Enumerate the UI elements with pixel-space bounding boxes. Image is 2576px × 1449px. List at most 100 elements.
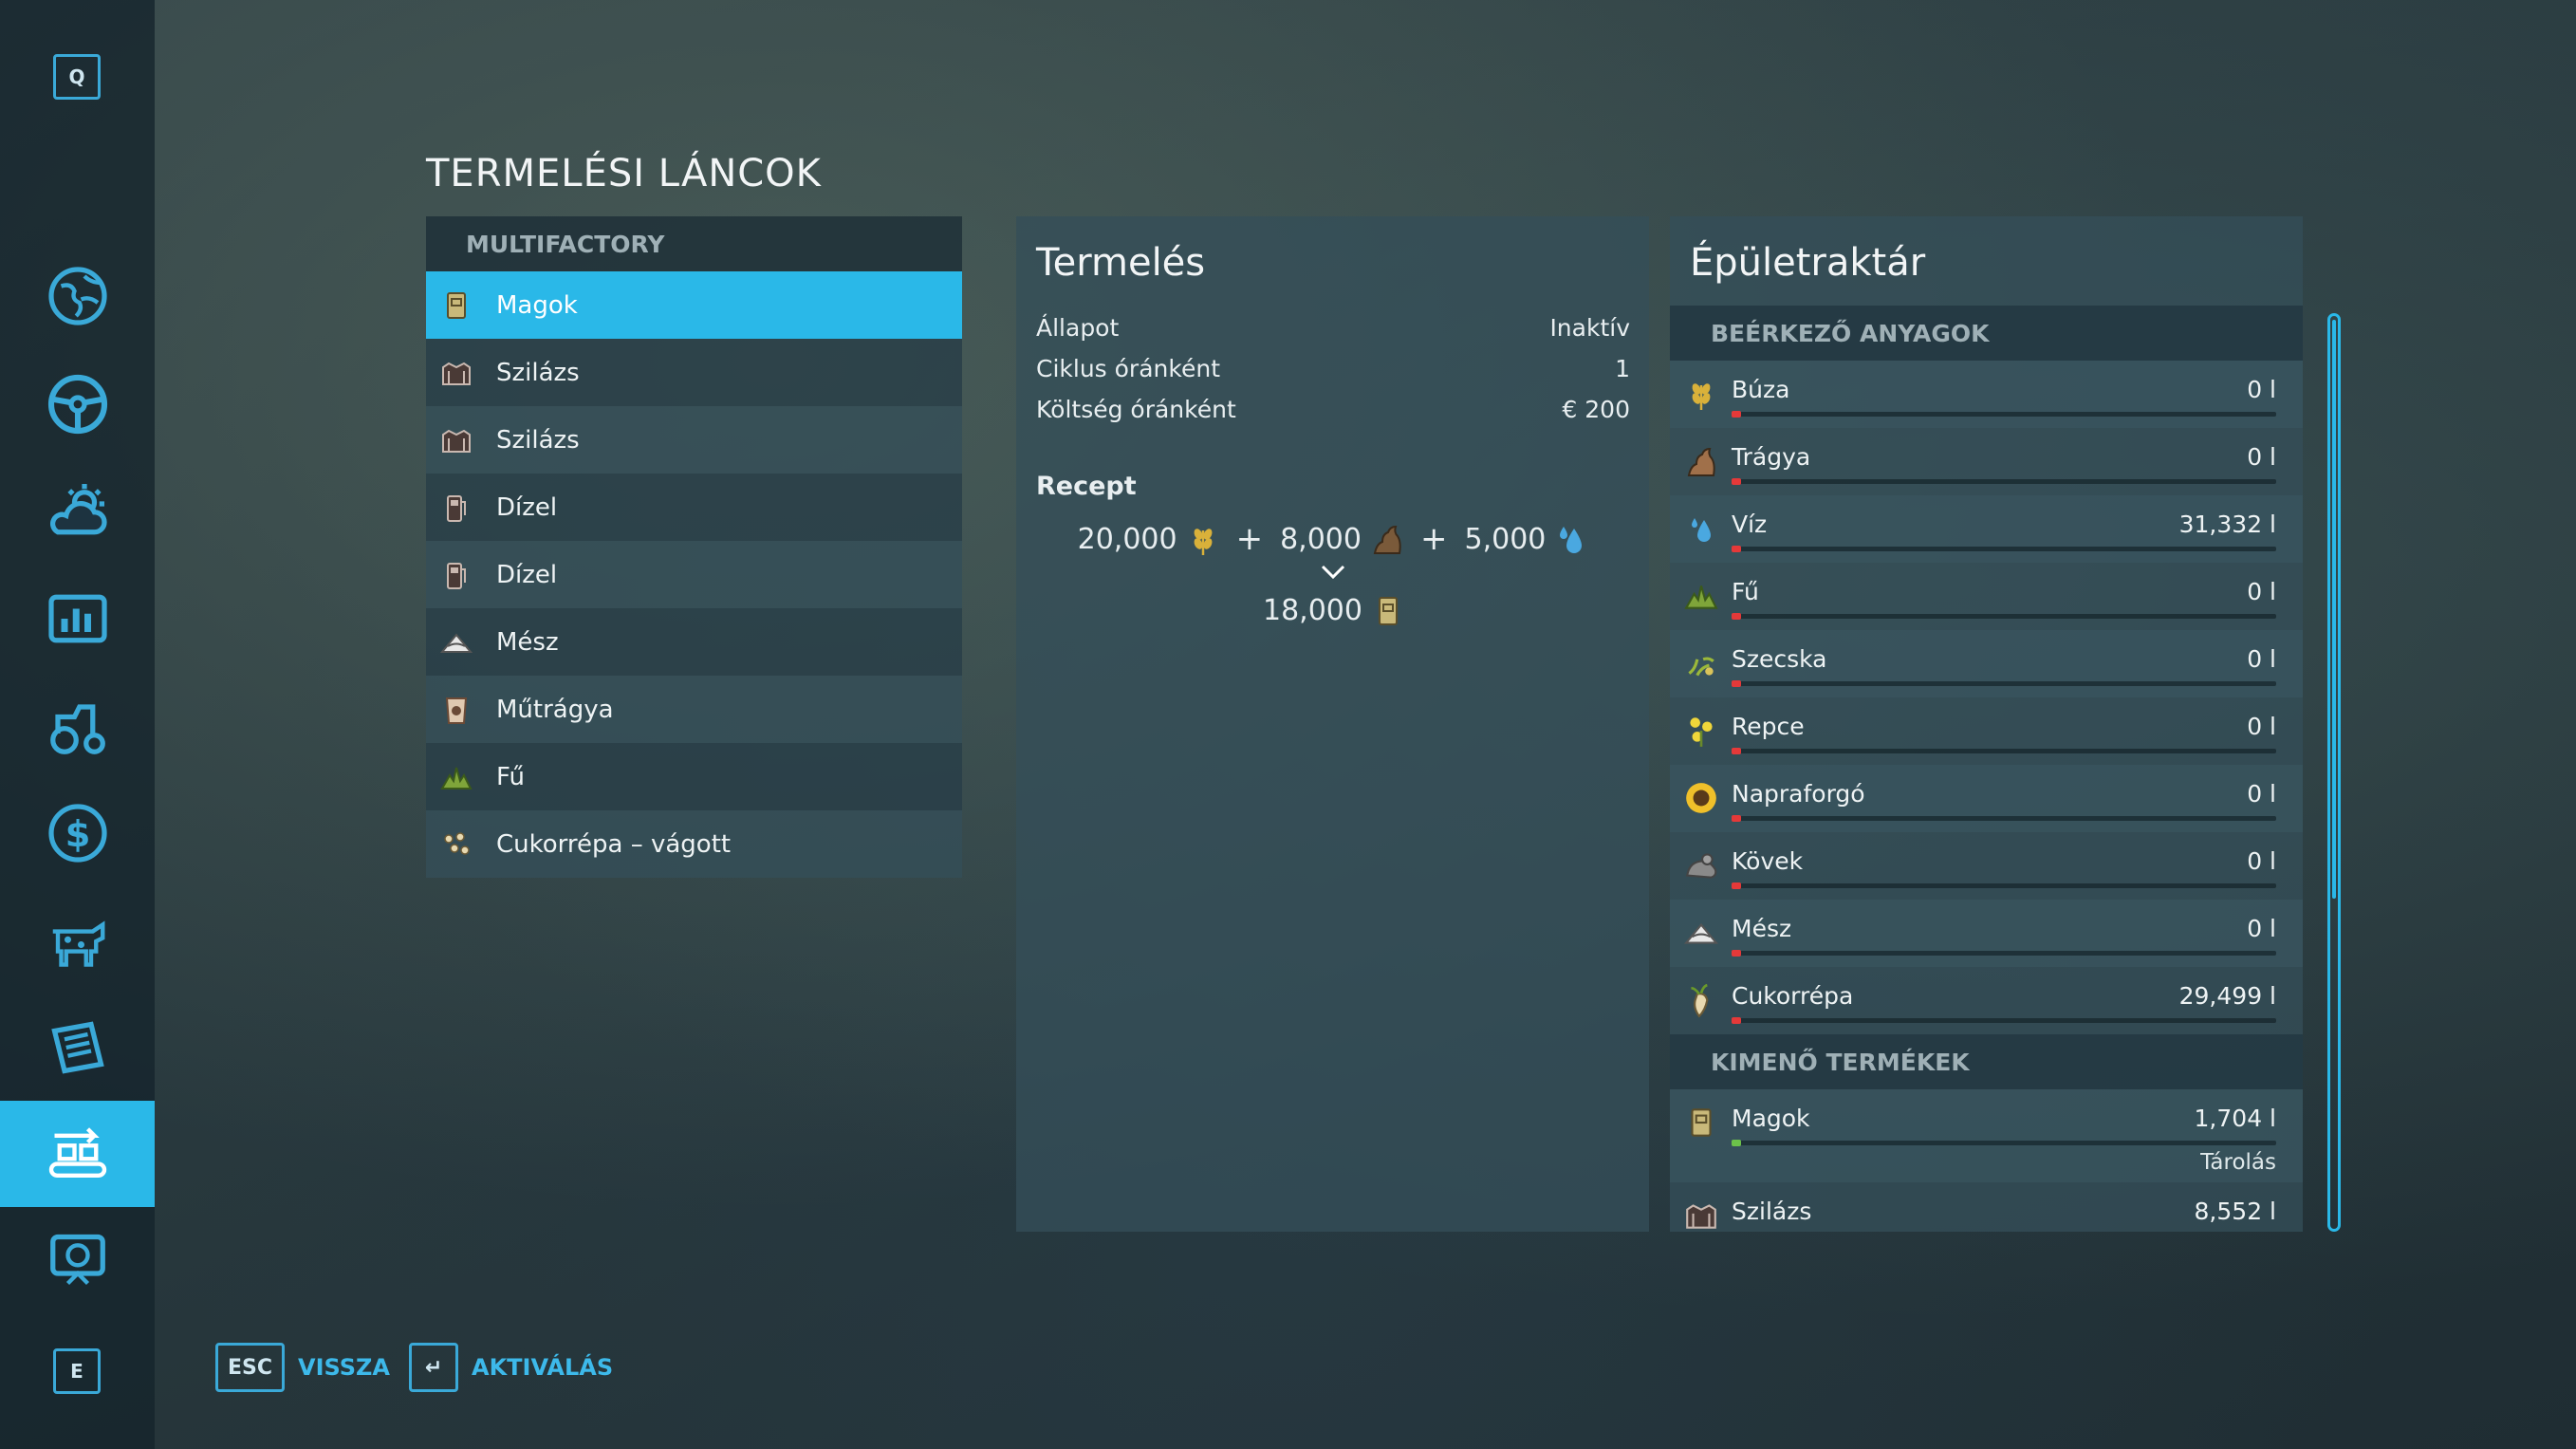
recipe-output-amount: 18,000 bbox=[1263, 594, 1362, 627]
chain-item-dizel-1[interactable]: Dízel bbox=[426, 474, 962, 541]
chain-item-magok[interactable]: Magok bbox=[426, 271, 962, 339]
output-mode-toggle[interactable]: Tárolás bbox=[2200, 1150, 2276, 1175]
storage-item-name: Napraforgó bbox=[1732, 780, 1865, 808]
sidebar-item-animals[interactable] bbox=[0, 888, 155, 994]
storage-title: Épületraktár bbox=[1690, 241, 1926, 285]
recipe-title: Recept bbox=[1036, 472, 1137, 501]
chain-item-fu[interactable]: Fű bbox=[426, 743, 962, 810]
recipe-input-amount: 8,000 bbox=[1280, 522, 1362, 556]
chain-item-label: Fű bbox=[496, 762, 526, 791]
canola-icon bbox=[1690, 717, 1713, 747]
silage-icon bbox=[442, 429, 471, 453]
chain-item-dizel-2[interactable]: Dízel bbox=[426, 541, 962, 608]
activate-label: AKTIVÁLÁS bbox=[472, 1354, 614, 1381]
chain-item-label: Szilázs bbox=[496, 425, 580, 455]
storage-fill-bar bbox=[1732, 815, 2276, 822]
chain-item-label: Szilázs bbox=[496, 358, 580, 387]
recipe-arrow bbox=[1016, 562, 1649, 586]
storage-fill-bar bbox=[1732, 882, 2276, 889]
storage-item-amount: 31,332 l bbox=[2178, 511, 2276, 538]
storage-row: Szilázs 8,552 l bbox=[1670, 1182, 2303, 1232]
storage-item-name: Kövek bbox=[1732, 847, 1804, 875]
sidebar-nav: Q $ E bbox=[0, 0, 155, 1449]
fertilizer-icon bbox=[445, 697, 468, 724]
storage-fill-bar bbox=[1732, 411, 2276, 418]
production-panel: Termelés Állapot Inaktív Ciklus óránként… bbox=[1016, 216, 1649, 1232]
prev-tab-key-hint[interactable]: Q bbox=[53, 54, 101, 100]
chain-item-szilazs-2[interactable]: Szilázs bbox=[426, 406, 962, 474]
globe-map-icon bbox=[47, 267, 107, 325]
storage-item-amount: 0 l bbox=[2247, 713, 2276, 740]
chain-item-label: Műtrágya bbox=[496, 695, 614, 724]
sidebar-item-statistics[interactable] bbox=[0, 566, 155, 672]
storage-row: Mész 0 l bbox=[1670, 900, 2303, 967]
sidebar-item-contracts[interactable] bbox=[0, 994, 155, 1101]
storage-row: Repce 0 l bbox=[1670, 697, 2303, 765]
stat-label: Állapot bbox=[1036, 314, 1120, 342]
sidebar-item-weather[interactable] bbox=[0, 457, 155, 564]
sidebar-item-vehicles[interactable] bbox=[0, 351, 155, 457]
incoming-materials-list: Búza 0 l Trágya 0 l Víz 31,332 l Fű 0 l … bbox=[1670, 361, 2303, 1034]
weather-icon bbox=[49, 484, 107, 535]
wheat-icon bbox=[1194, 529, 1213, 555]
production-chains-icon bbox=[48, 1127, 106, 1178]
seed-bag-icon bbox=[1691, 1108, 1712, 1137]
storage-row: Fű 0 l bbox=[1670, 563, 2303, 630]
fuel-icon bbox=[447, 562, 466, 589]
stat-value: € 200 bbox=[1562, 396, 1630, 423]
scrollbar-thumb[interactable] bbox=[2332, 320, 2336, 899]
storage-row: Búza 0 l bbox=[1670, 361, 2303, 428]
lime-icon bbox=[439, 632, 473, 653]
chain-item-cukorrepa-vagott[interactable]: Cukorrépa – vágott bbox=[426, 810, 962, 878]
storage-fill-bar bbox=[1732, 546, 2276, 552]
stat-row-cycles: Ciklus óránként 1 bbox=[1016, 348, 1649, 389]
storage-item-amount: 0 l bbox=[2247, 376, 2276, 403]
sugarbeet-icon bbox=[1691, 983, 1709, 1018]
wheat-icon bbox=[1692, 383, 1711, 410]
storage-item-amount: 0 l bbox=[2247, 780, 2276, 808]
sunflower-icon bbox=[1686, 783, 1716, 813]
seed-bag-icon bbox=[447, 291, 466, 319]
storage-item-name: Szilázs bbox=[1732, 1198, 1812, 1225]
tractor-icon bbox=[49, 704, 105, 754]
chain-item-mesz[interactable]: Mész bbox=[426, 608, 962, 676]
sidebar-item-production[interactable] bbox=[0, 1101, 155, 1207]
chain-item-label: Dízel bbox=[496, 492, 558, 522]
recipe-plus: + bbox=[1235, 520, 1264, 558]
storage-row: Cukorrépa 29,499 l bbox=[1670, 967, 2303, 1034]
storage-scrollbar[interactable] bbox=[2327, 313, 2341, 1232]
sidebar-item-finances[interactable]: $ bbox=[0, 780, 155, 886]
storage-item-amount: 29,499 l bbox=[2178, 982, 2276, 1010]
chain-item-label: Mész bbox=[496, 627, 559, 657]
storage-row: Magok 1,704 l Tárolás bbox=[1670, 1089, 2303, 1182]
stat-row-status: Állapot Inaktív bbox=[1016, 307, 1649, 348]
esc-key-hint: ESC bbox=[215, 1343, 286, 1392]
storage-item-name: Búza bbox=[1732, 376, 1790, 403]
sidebar-item-help[interactable] bbox=[0, 1207, 155, 1313]
activate-button[interactable]: ↵ AKTIVÁLÁS bbox=[409, 1343, 613, 1392]
steering-wheel-icon bbox=[47, 374, 107, 435]
storage-row: Szecska 0 l bbox=[1670, 630, 2303, 697]
animals-icon bbox=[52, 920, 104, 967]
contracts-icon bbox=[50, 1021, 104, 1074]
sidebar-item-map[interactable] bbox=[0, 243, 155, 349]
storage-item-amount: 0 l bbox=[2247, 443, 2276, 471]
statistics-icon bbox=[47, 594, 107, 643]
recipe-input-amount: 5,000 bbox=[1464, 522, 1547, 556]
incoming-materials-header: BEÉRKEZŐ ANYAGOK bbox=[1670, 306, 2303, 361]
chain-item-szilazs-1[interactable]: Szilázs bbox=[426, 339, 962, 406]
manure-icon bbox=[1687, 447, 1715, 476]
back-button[interactable]: ESC VISSZA bbox=[215, 1343, 390, 1392]
chain-item-mutragya[interactable]: Műtrágya bbox=[426, 676, 962, 743]
storage-item-amount: 0 l bbox=[2247, 645, 2276, 673]
storage-item-name: Fű bbox=[1732, 578, 1759, 605]
stones-icon bbox=[1685, 853, 1717, 879]
storage-fill-bar bbox=[1732, 950, 2276, 957]
storage-fill-bar bbox=[1732, 680, 2276, 687]
sidebar-item-garage[interactable] bbox=[0, 674, 155, 780]
storage-fill-bar bbox=[1732, 748, 2276, 754]
finance-icon: $ bbox=[47, 804, 107, 863]
stat-value: 1 bbox=[1615, 355, 1630, 382]
grass-icon bbox=[440, 767, 473, 790]
next-tab-key-hint[interactable]: E bbox=[53, 1348, 101, 1394]
